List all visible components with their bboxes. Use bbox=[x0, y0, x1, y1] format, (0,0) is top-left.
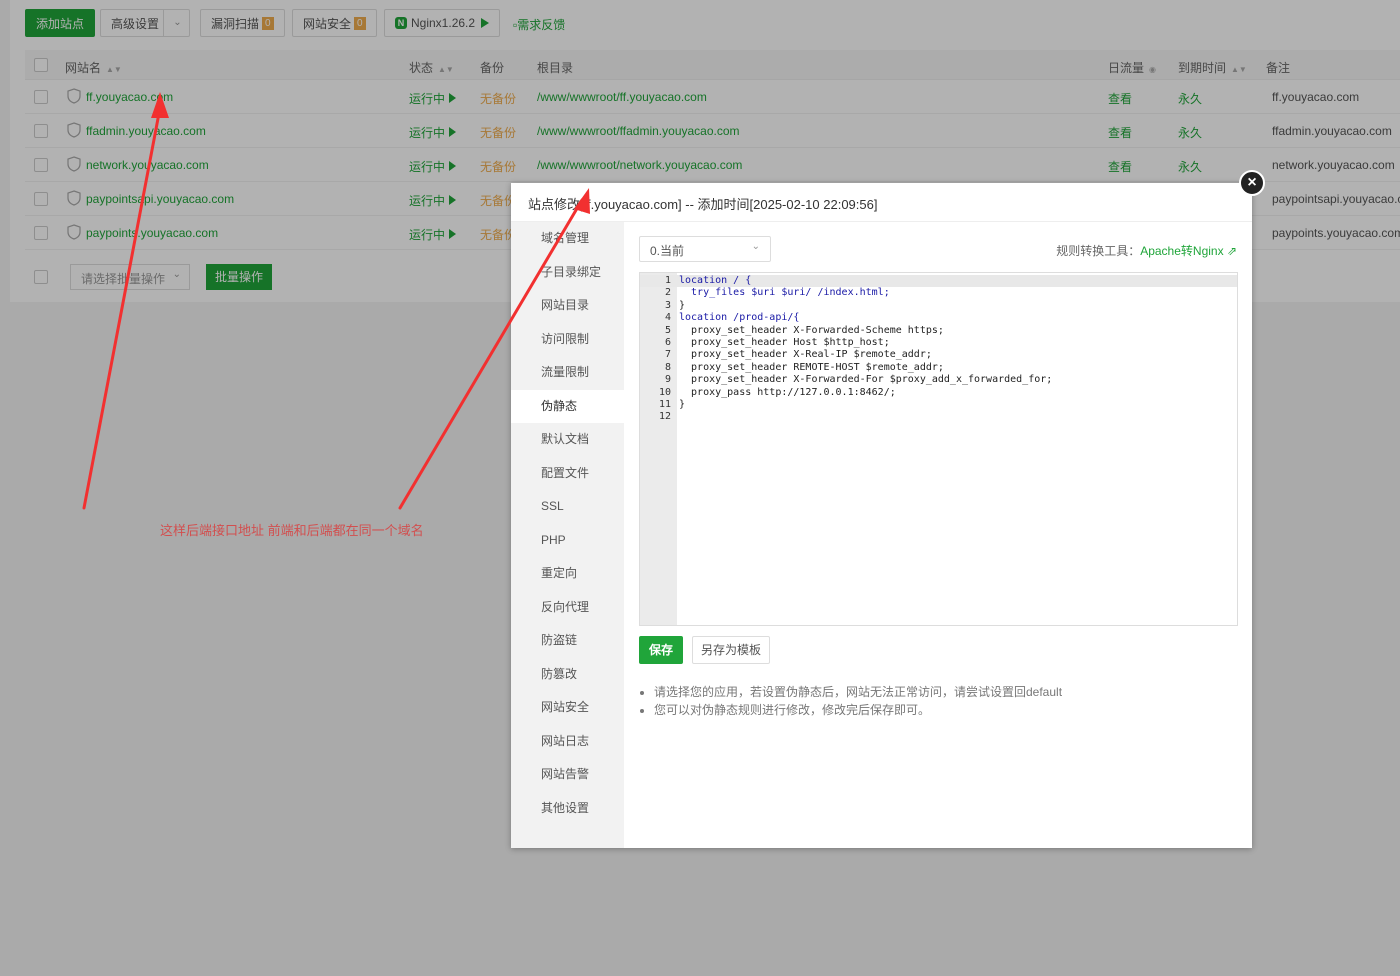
code-line: 1 location / { bbox=[664, 275, 752, 286]
rewrite-code-editor[interactable]: 1 location / { 2 try_files $uri $uri/ /in… bbox=[639, 272, 1238, 626]
code-line: 10 proxy_pass http://127.0.0.1:8462/; bbox=[658, 386, 896, 398]
sidebar-item-site-dir[interactable]: 网站目录 bbox=[511, 289, 624, 322]
annotation-note: 这样后端接口地址 前端和后端都在同一个域名 bbox=[160, 523, 424, 538]
save-button[interactable]: 保存 bbox=[639, 636, 683, 664]
sidebar-item-logs[interactable]: 网站日志 bbox=[511, 725, 624, 758]
chevron-down-icon: ⌄ bbox=[751, 241, 760, 252]
sidebar-item-php[interactable]: PHP bbox=[511, 524, 624, 557]
rewrite-panel: 0.当前 ⌄ 规则转换工具：Apache转Nginx ⇗ 1 location / … bbox=[624, 222, 1252, 848]
sidebar-item-domain[interactable]: 域名管理 bbox=[511, 222, 624, 255]
code-line: 5 proxy_set_header X-Forwarded-Scheme ht… bbox=[664, 324, 944, 336]
tip-item: 请选择您的应用，若设置伪静态后，网站无法正常访问，请尝试设置回default bbox=[654, 683, 1062, 701]
modal-sidebar: 域名管理 子目录绑定 网站目录 访问限制 流量限制 伪静态 默认文档 配置文件 … bbox=[511, 222, 624, 848]
code-line: 3} bbox=[664, 299, 686, 311]
sidebar-item-tamper[interactable]: 防篡改 bbox=[511, 658, 624, 691]
sidebar-item-ssl[interactable]: SSL bbox=[511, 490, 624, 523]
version-select-label: 0.当前 bbox=[650, 244, 685, 258]
site-edit-modal: 站点修改[ff.youyacao.com] -- 添加时间[2025-02-10… bbox=[511, 183, 1252, 848]
sidebar-item-security[interactable]: 网站安全 bbox=[511, 691, 624, 724]
sidebar-item-other[interactable]: 其他设置 bbox=[511, 792, 624, 825]
modal-title: 站点修改[ff.youyacao.com] -- 添加时间[2025-02-10… bbox=[511, 183, 1252, 222]
code-line: 11} bbox=[658, 399, 686, 410]
code-line: 4 location /prod-api/{ bbox=[664, 312, 800, 324]
sidebar-item-redirect[interactable]: 重定向 bbox=[511, 557, 624, 590]
code-line: 8 proxy_set_header REMOTE-HOST $remote_a… bbox=[664, 361, 944, 373]
code-line: 6 proxy_set_header Host $http_host; bbox=[664, 337, 890, 348]
tip-item: 您可以对伪静态规则进行修改，修改完后保存即可。 bbox=[654, 701, 1062, 719]
code-line: 2 try_files $uri $uri/ /index.html; bbox=[664, 287, 890, 299]
rewrite-version-select[interactable]: 0.当前 ⌄ bbox=[639, 236, 771, 262]
sidebar-item-traffic[interactable]: 流量限制 bbox=[511, 356, 624, 389]
code-line: 7 proxy_set_header X-Real-IP $remote_add… bbox=[664, 349, 932, 361]
code-line: 9 proxy_set_header X-Forwarded-For $prox… bbox=[664, 374, 1053, 386]
sidebar-item-access[interactable]: 访问限制 bbox=[511, 323, 624, 356]
sidebar-item-default-doc[interactable]: 默认文档 bbox=[511, 423, 624, 456]
sidebar-item-alerts[interactable]: 网站告警 bbox=[511, 758, 624, 791]
external-link-icon: ⇗ bbox=[1226, 244, 1237, 258]
sidebar-item-reverse-proxy[interactable]: 反向代理 bbox=[511, 591, 624, 624]
close-icon[interactable]: × bbox=[1239, 170, 1265, 196]
sidebar-item-config[interactable]: 配置文件 bbox=[511, 457, 624, 490]
sidebar-item-subdir[interactable]: 子目录绑定 bbox=[511, 256, 624, 289]
tips-list: 请选择您的应用，若设置伪静态后，网站无法正常访问，请尝试设置回default 您… bbox=[654, 683, 1062, 719]
sidebar-item-hotlink[interactable]: 防盗链 bbox=[511, 624, 624, 657]
apache-to-nginx-link[interactable]: Apache转Nginx bbox=[1140, 244, 1223, 258]
rule-tool-label: 规则转换工具： bbox=[1056, 244, 1141, 258]
save-as-template-button[interactable]: 另存为模板 bbox=[692, 636, 770, 664]
sidebar-item-rewrite[interactable]: 伪静态 bbox=[511, 389, 624, 423]
rule-convert-tool: 规则转换工具：Apache转Nginx ⇗ bbox=[1056, 242, 1237, 259]
code-line: 12 bbox=[658, 411, 671, 423]
